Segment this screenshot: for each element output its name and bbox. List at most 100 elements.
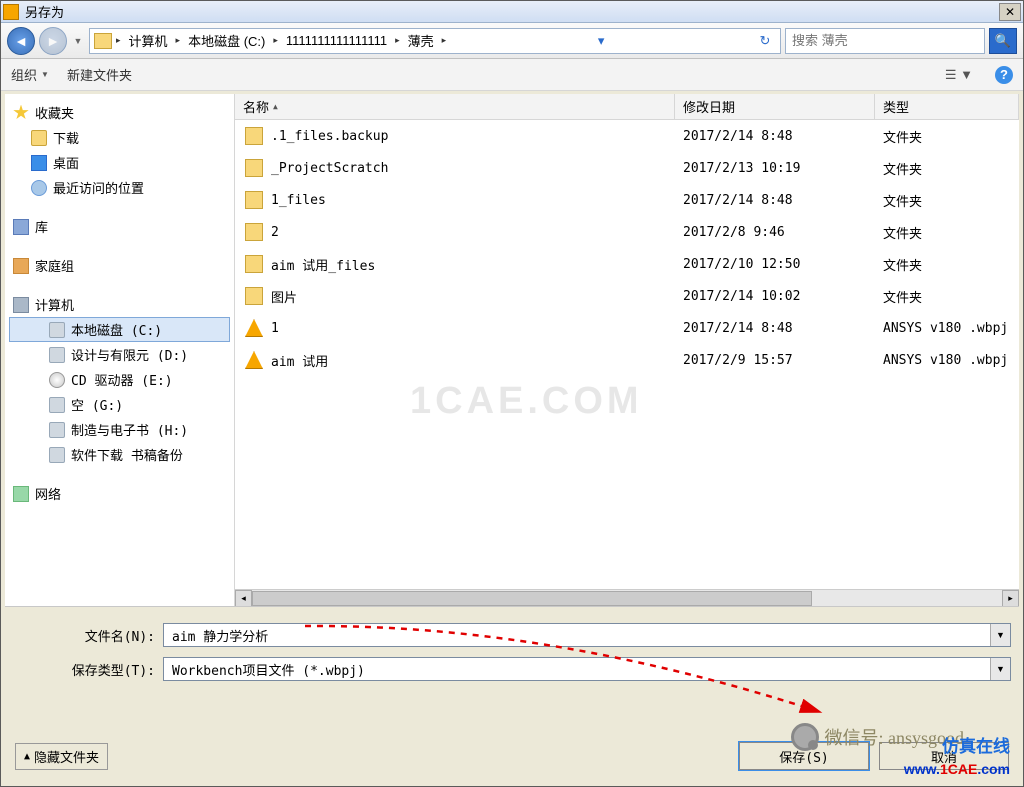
filename-row: 文件名(N): ▼ — [13, 623, 1011, 647]
folder-icon — [245, 191, 263, 209]
file-row[interactable]: 1_files2017/2/14 8:48文件夹 — [235, 184, 1019, 216]
ansys-file-icon — [245, 351, 263, 369]
tree-drive-i[interactable]: 软件下载 书稿备份 — [9, 442, 230, 467]
file-date: 2017/2/14 8:48 — [675, 129, 875, 144]
chevron-down-icon: ▼ — [41, 70, 49, 79]
chevron-right-icon[interactable]: ▸ — [393, 35, 402, 46]
dvd-icon — [49, 372, 65, 388]
search-input[interactable] — [786, 33, 984, 48]
dialog-title: 另存为 — [25, 2, 999, 21]
tree-favorites[interactable]: 收藏夹 — [9, 100, 230, 125]
tree-computer[interactable]: 计算机 — [9, 292, 230, 317]
help-icon[interactable]: ? — [995, 66, 1013, 84]
filetype-combo[interactable]: Workbench项目文件 (*.wbpj) ▼ — [163, 657, 1011, 681]
cancel-button[interactable]: 取消 — [879, 742, 1009, 770]
file-list[interactable]: .1_files.backup2017/2/14 8:48文件夹_Project… — [235, 120, 1019, 589]
tree-recent[interactable]: 最近访问的位置 — [9, 175, 230, 200]
filetype-label: 保存类型(T): — [13, 660, 163, 679]
tree-drive-h[interactable]: 制造与电子书 (H:) — [9, 417, 230, 442]
path-segment-folder2[interactable]: 薄壳 — [404, 30, 438, 52]
drive-icon — [49, 322, 65, 338]
save-button[interactable]: 保存(S) — [739, 742, 869, 770]
tree-drive-g[interactable]: 空 (G:) — [9, 392, 230, 417]
tree-downloads[interactable]: 下载 — [9, 125, 230, 150]
folder-icon — [245, 255, 263, 273]
file-type: ANSYS v180 .wbpj — [875, 321, 1019, 336]
breadcrumb[interactable]: ▸ 计算机 ▸ 本地磁盘 (C:) ▸ 1111111111111111 ▸ 薄… — [89, 28, 781, 54]
drive-icon — [49, 422, 65, 438]
filetype-row: 保存类型(T): Workbench项目文件 (*.wbpj) ▼ — [13, 657, 1011, 681]
scroll-right-button[interactable]: ▸ — [1002, 590, 1019, 607]
tree-label: 收藏夹 — [35, 103, 74, 122]
view-mode-button[interactable]: ☰ ▼ — [941, 65, 977, 85]
homegroup-icon — [13, 258, 29, 274]
close-button[interactable]: ✕ — [999, 3, 1021, 21]
file-row[interactable]: _ProjectScratch2017/2/13 10:19文件夹 — [235, 152, 1019, 184]
tree-label: 空 (G:) — [71, 395, 123, 414]
tree-network[interactable]: 网络 — [9, 481, 230, 506]
file-type: 文件夹 — [875, 223, 1019, 242]
chevron-right-icon[interactable]: ▸ — [440, 35, 449, 46]
filename-combo: ▼ — [163, 623, 1011, 647]
path-segment-drive[interactable]: 本地磁盘 (C:) — [184, 30, 269, 52]
tree-desktop[interactable]: 桌面 — [9, 150, 230, 175]
search-button[interactable]: 🔍 — [989, 28, 1017, 54]
address-row: ◄ ► ▼ ▸ 计算机 ▸ 本地磁盘 (C:) ▸ 11111111111111… — [1, 23, 1023, 59]
tree-drive-d[interactable]: 设计与有限元 (D:) — [9, 342, 230, 367]
file-row[interactable]: aim 试用2017/2/9 15:57ANSYS v180 .wbpj — [235, 344, 1019, 376]
ansys-file-icon — [245, 319, 263, 337]
chevron-right-icon[interactable]: ▸ — [174, 35, 183, 46]
nav-history-dropdown[interactable]: ▼ — [71, 29, 85, 53]
horizontal-scrollbar[interactable]: ◂ ▸ — [235, 589, 1019, 606]
file-row[interactable]: 22017/2/8 9:46文件夹 — [235, 216, 1019, 248]
filetype-dropdown-button[interactable]: ▼ — [990, 658, 1010, 680]
tree-homegroup[interactable]: 家庭组 — [9, 253, 230, 278]
file-date: 2017/2/14 10:02 — [675, 289, 875, 304]
tree-label: 桌面 — [53, 153, 79, 172]
nav-forward-button[interactable]: ► — [39, 27, 67, 55]
chevron-right-icon[interactable]: ▸ — [271, 35, 280, 46]
file-date: 2017/2/10 12:50 — [675, 257, 875, 272]
new-folder-button[interactable]: 新建文件夹 — [67, 65, 132, 84]
file-row[interactable]: aim 试用_files2017/2/10 12:50文件夹 — [235, 248, 1019, 280]
file-row[interactable]: 1 2017/2/14 8:48ANSYS v180 .wbpj — [235, 312, 1019, 344]
file-date: 2017/2/14 8:48 — [675, 321, 875, 336]
hide-folders-label: 隐藏文件夹 — [34, 747, 99, 766]
folder-icon — [31, 130, 47, 146]
path-segment-folder1[interactable]: 1111111111111111 — [282, 30, 391, 52]
filename-dropdown-button[interactable]: ▼ — [990, 624, 1010, 646]
column-name[interactable]: 名称▲ — [235, 94, 675, 119]
chevron-up-icon: ▲ — [24, 751, 30, 762]
path-dropdown-icon[interactable]: ▾ — [590, 30, 612, 52]
tree-drive-c[interactable]: 本地磁盘 (C:) — [9, 317, 230, 342]
file-type: 文件夹 — [875, 191, 1019, 210]
file-name: _ProjectScratch — [271, 161, 388, 176]
title-bar: 另存为 ✕ — [1, 1, 1023, 23]
scroll-left-button[interactable]: ◂ — [235, 590, 252, 607]
scroll-track[interactable] — [252, 590, 1002, 607]
file-type: 文件夹 — [875, 127, 1019, 146]
desktop-icon — [31, 155, 47, 171]
file-name: 1_files — [271, 193, 326, 208]
nav-back-button[interactable]: ◄ — [7, 27, 35, 55]
save-label: 保存(S) — [779, 747, 828, 766]
path-segment-computer[interactable]: 计算机 — [125, 30, 172, 52]
column-date[interactable]: 修改日期 — [675, 94, 875, 119]
file-name: 1 — [271, 321, 279, 336]
scroll-thumb[interactable] — [252, 591, 812, 606]
tree-label: 最近访问的位置 — [53, 178, 144, 197]
column-type[interactable]: 类型 — [875, 94, 1019, 119]
filename-input[interactable] — [164, 624, 990, 646]
refresh-icon[interactable]: ↻ — [754, 30, 776, 52]
tree-label: 本地磁盘 (C:) — [71, 320, 162, 339]
hide-folders-button[interactable]: ▲ 隐藏文件夹 — [15, 743, 108, 770]
file-row[interactable]: .1_files.backup2017/2/14 8:48文件夹 — [235, 120, 1019, 152]
file-type: 文件夹 — [875, 255, 1019, 274]
file-date: 2017/2/9 15:57 — [675, 353, 875, 368]
file-row[interactable]: 图片2017/2/14 10:02文件夹 — [235, 280, 1019, 312]
drive-icon — [49, 447, 65, 463]
tree-libraries[interactable]: 库 — [9, 214, 230, 239]
tree-drive-e[interactable]: CD 驱动器 (E:) — [9, 367, 230, 392]
organize-button[interactable]: 组织 ▼ — [11, 65, 49, 84]
chevron-right-icon[interactable]: ▸ — [114, 35, 123, 46]
